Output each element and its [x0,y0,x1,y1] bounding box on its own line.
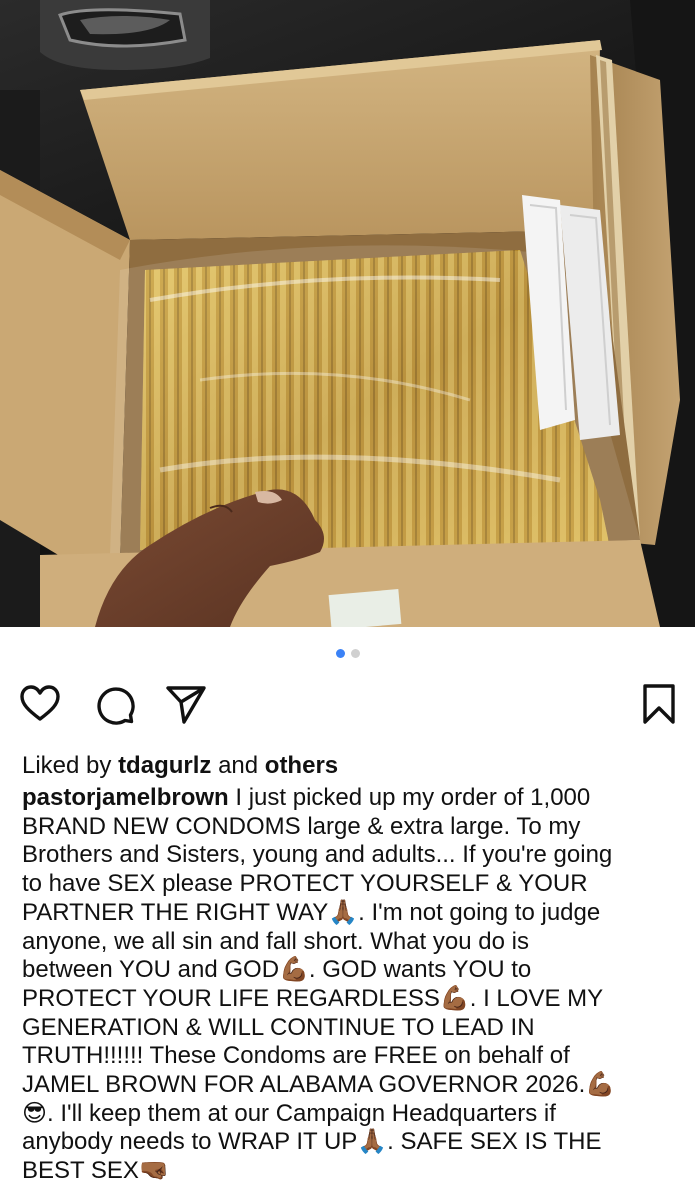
like-button[interactable] [18,682,62,726]
box-of-condoms-photo [0,0,695,627]
likes-summary: Liked by tdagurlz and others [22,751,338,781]
caption-username[interactable]: pastorjamelbrown [22,784,229,811]
post-caption: pastorjamelbrown I just picked up my ord… [22,784,682,1186]
comment-bubble-icon [97,687,135,725]
car-door-handle [40,0,210,70]
post-photo[interactable] [0,0,695,627]
comment-button[interactable] [92,682,136,726]
liked-by-username[interactable]: tdagurlz [118,752,211,779]
heart-outline-icon [20,685,60,721]
likes-prefix: Liked by [22,752,112,779]
caption-text: I just picked up my order of 1,000 BRAND… [22,784,616,1185]
carousel-dot-active[interactable] [335,649,345,658]
box-left-flap [0,170,130,560]
share-button[interactable] [164,682,208,726]
paper-plane-icon [166,686,206,724]
carousel-dot[interactable] [350,649,360,658]
post-action-bar [0,682,695,726]
carousel-indicator [0,649,695,661]
likes-middle: and [218,752,259,779]
likes-others-link[interactable]: others [265,752,338,779]
save-button[interactable] [637,682,681,726]
bookmark-outline-icon [643,684,675,724]
